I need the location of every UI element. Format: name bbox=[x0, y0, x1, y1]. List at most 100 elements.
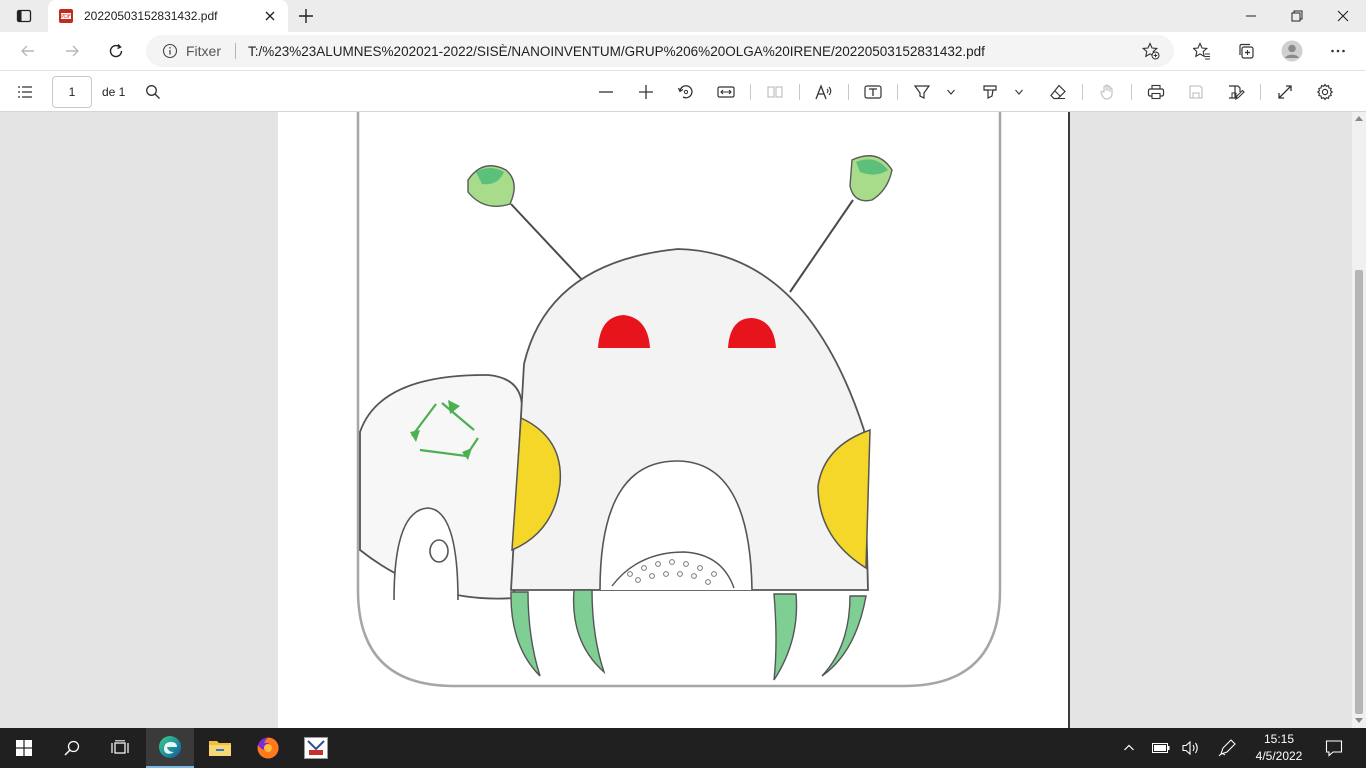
clock-date: 4/5/2022 bbox=[1255, 749, 1303, 763]
pdf-file-icon: PDF bbox=[59, 9, 73, 23]
show-hidden-icons-button[interactable] bbox=[1114, 728, 1144, 768]
collections-button[interactable] bbox=[1230, 36, 1262, 66]
tab-actions-button[interactable] bbox=[4, 3, 44, 29]
toolbar-separator bbox=[1260, 84, 1261, 100]
taskbar-edge-button[interactable] bbox=[146, 728, 194, 768]
chevron-down-icon bbox=[1015, 89, 1023, 95]
rotate-icon bbox=[677, 85, 693, 99]
new-tab-button[interactable] bbox=[292, 3, 320, 29]
close-icon bbox=[1337, 10, 1349, 22]
print-button[interactable] bbox=[1141, 77, 1171, 107]
draw-options-button[interactable] bbox=[1009, 77, 1029, 107]
touch-select-button[interactable] bbox=[1092, 77, 1122, 107]
draw-icon bbox=[983, 85, 997, 99]
taskbar-search-button[interactable] bbox=[48, 728, 96, 768]
vertical-scrollbar[interactable] bbox=[1352, 112, 1366, 728]
volume-button[interactable] bbox=[1176, 728, 1206, 768]
eraser-icon bbox=[1050, 84, 1066, 100]
contents-icon bbox=[18, 86, 32, 98]
highlight-button[interactable] bbox=[907, 77, 937, 107]
more-button[interactable] bbox=[1322, 36, 1354, 66]
svg-text:PDF: PDF bbox=[61, 14, 71, 20]
tab-strip: PDF 20220503152831432.pdf bbox=[0, 0, 1366, 32]
favorites-icon bbox=[1193, 42, 1210, 60]
toolbar-separator bbox=[799, 84, 800, 100]
highlight-icon bbox=[913, 85, 931, 99]
add-favorite-button[interactable] bbox=[1136, 36, 1166, 66]
rotate-button[interactable] bbox=[671, 77, 701, 107]
profile-icon bbox=[1281, 40, 1303, 62]
profile-button[interactable] bbox=[1276, 36, 1308, 66]
save-icon bbox=[1189, 85, 1203, 99]
print-icon bbox=[1147, 84, 1165, 100]
fullscreen-icon bbox=[1278, 85, 1292, 99]
highlight-options-button[interactable] bbox=[941, 77, 961, 107]
task-view-button[interactable] bbox=[96, 728, 144, 768]
zoom-out-icon bbox=[599, 91, 613, 93]
notifications-button[interactable] bbox=[1318, 728, 1350, 768]
active-tab[interactable]: PDF 20220503152831432.pdf bbox=[48, 0, 288, 32]
url-separator bbox=[235, 43, 236, 59]
draw-button[interactable] bbox=[975, 77, 1005, 107]
scroll-down-icon[interactable] bbox=[1355, 718, 1363, 724]
search-icon bbox=[146, 85, 160, 99]
scroll-up-icon[interactable] bbox=[1355, 115, 1363, 121]
toolbar-separator bbox=[897, 84, 898, 100]
favorite-add-icon bbox=[1142, 42, 1160, 60]
taskbar-firefox-button[interactable] bbox=[244, 728, 292, 768]
tab-title: 20220503152831432.pdf bbox=[84, 9, 218, 23]
address-bar: Fitxer T:/%23%23ALUMNES%202021-2022/SISÈ… bbox=[0, 32, 1366, 70]
contents-button[interactable] bbox=[10, 77, 40, 107]
back-button[interactable] bbox=[12, 36, 44, 66]
page-view-button[interactable] bbox=[760, 77, 790, 107]
settings-icon bbox=[1316, 83, 1334, 101]
info-icon bbox=[162, 43, 178, 59]
add-text-button[interactable] bbox=[858, 77, 888, 107]
tab-actions-icon bbox=[16, 9, 32, 23]
minimize-button[interactable] bbox=[1228, 0, 1274, 32]
fit-width-button[interactable] bbox=[711, 77, 741, 107]
chevron-up-icon bbox=[1124, 744, 1134, 751]
minimize-icon bbox=[1246, 15, 1256, 17]
scrollbar-thumb[interactable] bbox=[1355, 270, 1363, 714]
restore-button[interactable] bbox=[1274, 0, 1320, 32]
read-aloud-button[interactable] bbox=[809, 77, 839, 107]
url-box[interactable]: Fitxer T:/%23%23ALUMNES%202021-2022/SISÈ… bbox=[146, 35, 1174, 67]
favorites-button[interactable] bbox=[1186, 36, 1218, 66]
battery-button[interactable] bbox=[1146, 728, 1176, 768]
start-button[interactable] bbox=[0, 728, 48, 768]
pen-workspace-button[interactable] bbox=[1212, 728, 1242, 768]
page-number-input[interactable]: 1 bbox=[52, 76, 92, 108]
forward-button[interactable] bbox=[56, 36, 88, 66]
close-icon bbox=[265, 11, 275, 21]
refresh-icon bbox=[109, 44, 123, 58]
window-close-button[interactable] bbox=[1320, 0, 1366, 32]
scheme-label: Fitxer bbox=[186, 43, 221, 59]
save-button[interactable] bbox=[1181, 77, 1211, 107]
robot-drawing bbox=[356, 112, 1002, 688]
settings-button[interactable] bbox=[1310, 77, 1340, 107]
zoom-out-button[interactable] bbox=[591, 77, 621, 107]
url-text[interactable]: T:/%23%23ALUMNES%202021-2022/SISÈ/NANOIN… bbox=[248, 44, 1136, 59]
taskbar-file-explorer-button[interactable] bbox=[196, 728, 244, 768]
erase-button[interactable] bbox=[1043, 77, 1073, 107]
hand-icon bbox=[1100, 84, 1113, 100]
zoom-in-button[interactable] bbox=[631, 77, 661, 107]
taskbar: 15:15 4/5/2022 bbox=[0, 728, 1366, 768]
firefox-icon bbox=[257, 737, 279, 759]
save-as-icon bbox=[1229, 85, 1245, 100]
pdf-viewer[interactable] bbox=[0, 112, 1366, 728]
collections-icon bbox=[1239, 43, 1254, 59]
taskbar-clock[interactable]: 15:15 4/5/2022 bbox=[1248, 731, 1310, 765]
taskbar-app-button[interactable] bbox=[292, 728, 340, 768]
refresh-button[interactable] bbox=[100, 36, 132, 66]
fullscreen-button[interactable] bbox=[1270, 77, 1300, 107]
chevron-down-icon bbox=[947, 89, 955, 95]
pdf-page[interactable] bbox=[278, 112, 1070, 728]
restore-icon bbox=[1291, 10, 1303, 22]
zoom-in-icon bbox=[639, 85, 653, 99]
tab-close-button[interactable] bbox=[258, 4, 282, 28]
find-button[interactable] bbox=[138, 77, 168, 107]
page-count: de 1 bbox=[102, 85, 126, 99]
save-as-button[interactable] bbox=[1221, 77, 1251, 107]
